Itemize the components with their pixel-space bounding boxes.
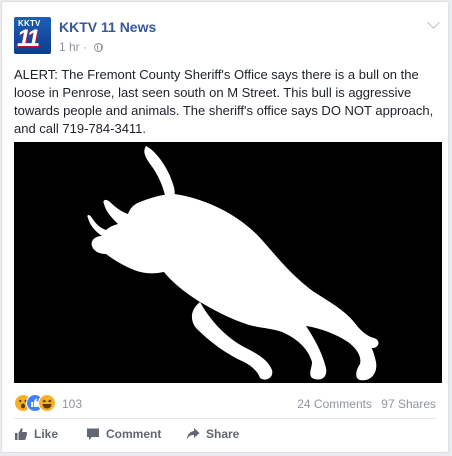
haha-icon xyxy=(38,394,56,412)
like-button[interactable]: Like xyxy=(14,424,58,444)
meta-separator: · xyxy=(83,40,88,54)
post-timestamp[interactable]: 1 hr xyxy=(59,40,80,54)
post-image[interactable] xyxy=(14,142,442,383)
post-header: KKTV 11 KKTV 11 News 1 hr · xyxy=(14,12,440,54)
comment-button[interactable]: Comment xyxy=(86,424,161,444)
comments-count-link[interactable]: 24 Comments xyxy=(297,397,372,411)
thumbs-up-icon xyxy=(14,427,28,447)
post-card: KKTV 11 KKTV 11 News 1 hr · ALERT: The F… xyxy=(1,1,449,453)
logo-number: 11 xyxy=(17,25,40,52)
page-name-link[interactable]: KKTV 11 News xyxy=(59,19,156,35)
page-avatar[interactable]: KKTV 11 xyxy=(14,17,51,54)
share-label: Share xyxy=(206,427,240,441)
reaction-count[interactable]: 103 xyxy=(62,397,82,411)
shares-count-link[interactable]: 97 Shares xyxy=(381,397,436,411)
post-text: ALERT: The Fremont County Sheriff's Offi… xyxy=(14,67,434,136)
comment-label: Comment xyxy=(106,427,162,441)
bull-silhouette-image xyxy=(14,142,442,383)
action-bar: Like Comment Share xyxy=(14,422,438,446)
action-divider xyxy=(14,418,436,419)
share-arrow-icon xyxy=(186,427,200,447)
chevron-down-icon[interactable] xyxy=(427,16,440,29)
post-meta: 1 hr · xyxy=(59,40,104,54)
like-label: Like xyxy=(34,427,59,441)
share-button[interactable]: Share xyxy=(186,424,239,444)
comment-bubble-icon xyxy=(86,427,100,447)
post-stats: 24 Comments 97 Shares xyxy=(291,397,436,411)
globe-icon xyxy=(94,43,104,52)
